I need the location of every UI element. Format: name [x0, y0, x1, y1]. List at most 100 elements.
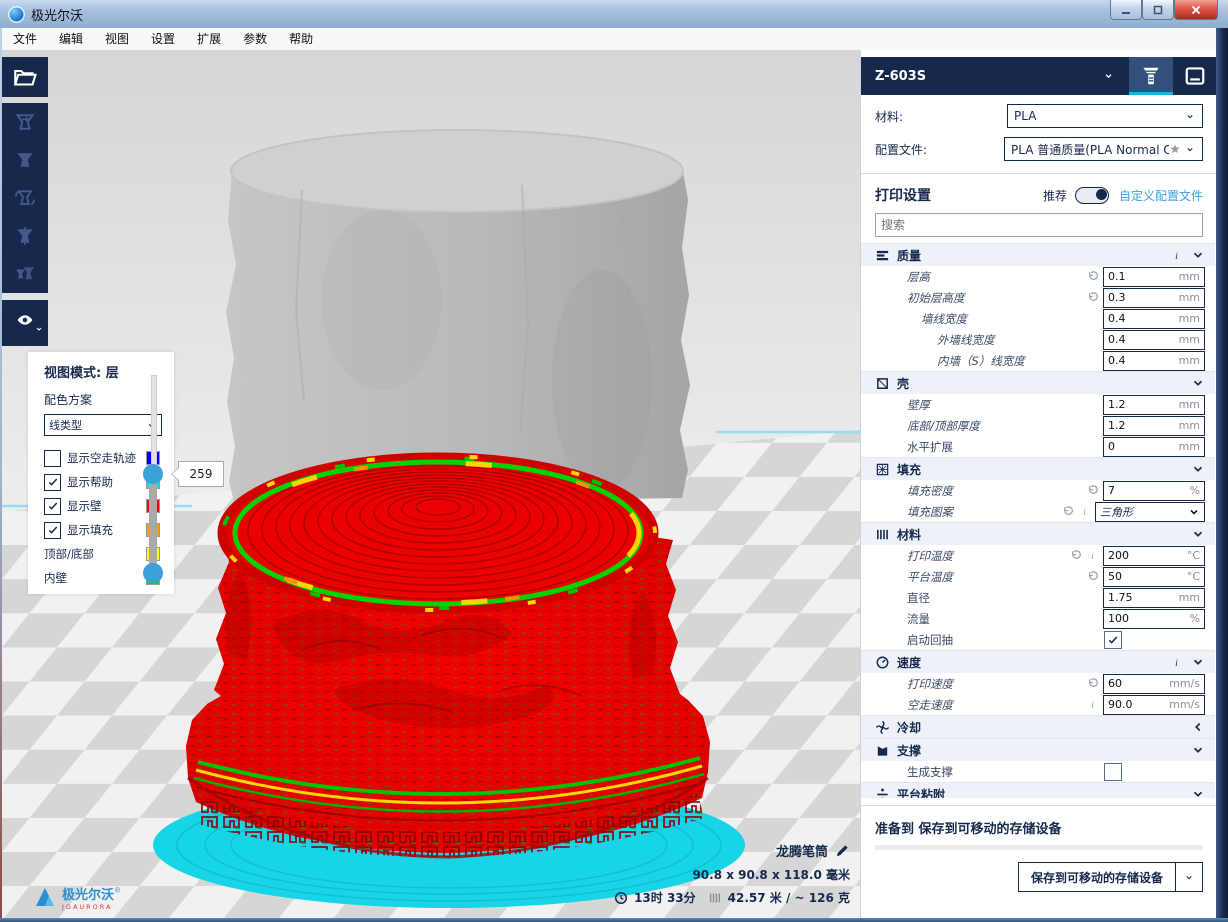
menu-item-1[interactable]: 编辑	[48, 28, 94, 50]
maximize-button[interactable]	[1142, 0, 1174, 20]
section-header[interactable]: 支撑	[861, 738, 1215, 761]
menu-item-0[interactable]: 文件	[2, 28, 48, 50]
open-file-icon	[12, 65, 38, 89]
setting-value-box[interactable]: mm	[1103, 395, 1205, 415]
setting-checkbox[interactable]	[1104, 631, 1122, 649]
minimize-button[interactable]	[1110, 0, 1142, 20]
setting-value-input[interactable]	[1104, 570, 1170, 583]
setting-value-box[interactable]: mm	[1103, 588, 1205, 608]
close-button[interactable]	[1174, 0, 1218, 20]
brand-latin-name: JGAURORA	[62, 904, 121, 911]
layer-slider-handle-top[interactable]	[143, 464, 163, 484]
view-mode-button[interactable]	[2, 300, 48, 346]
chevron-down-icon	[1102, 71, 1115, 81]
setting-value-input[interactable]	[1104, 484, 1170, 497]
open-file-button[interactable]	[2, 57, 48, 97]
reset-setting-button[interactable]	[1086, 270, 1099, 283]
section-header[interactable]: 质量i	[861, 243, 1215, 266]
layer-visibility-checkbox[interactable]	[44, 450, 61, 467]
machine-selector-bar[interactable]: Z-603S	[861, 57, 1217, 95]
setting-row: 初始层高度mm	[861, 287, 1215, 308]
current-layer-value: 259	[190, 467, 213, 481]
recommended-custom-toggle[interactable]	[1075, 187, 1109, 204]
model-info-block: 龙腾笔筒 90.8 x 90.8 x 118.0 毫米 13时 33分 42.5…	[614, 841, 850, 906]
setting-value-box[interactable]: °C	[1103, 546, 1205, 566]
ready-status-text: 准备到 保存到可移动的存储设备	[875, 818, 1203, 837]
layer-slider-track-range[interactable]	[149, 474, 157, 574]
chevron-down-icon	[1191, 248, 1205, 262]
setting-value-box[interactable]: mm	[1103, 437, 1205, 457]
reset-setting-button[interactable]	[1086, 484, 1099, 497]
layer-slider-track-upper[interactable]	[151, 375, 157, 476]
brand-logo: 极光尔沃® JGAURORA	[32, 884, 121, 910]
setting-value-box[interactable]: mm	[1103, 288, 1205, 308]
setting-value-box[interactable]: mm	[1103, 416, 1205, 436]
section-header[interactable]: 速度i	[861, 650, 1215, 673]
setting-value-box[interactable]: mm	[1103, 267, 1205, 287]
setting-value-input[interactable]	[1104, 270, 1170, 283]
setting-value-input[interactable]	[1104, 591, 1170, 604]
scale-tool-button[interactable]	[2, 141, 48, 179]
menu-item-2[interactable]: 视图	[94, 28, 140, 50]
section-header[interactable]: 材料	[861, 522, 1215, 545]
layer-visibility-checkbox[interactable]	[44, 474, 61, 491]
setting-value-input[interactable]	[1104, 312, 1170, 325]
setting-value-input[interactable]	[1104, 333, 1170, 346]
translate-tool-button[interactable]	[2, 103, 48, 141]
tab-slice-preview[interactable]	[1129, 57, 1173, 95]
settings-search-input[interactable]	[876, 214, 1202, 236]
layer-visibility-checkbox[interactable]	[44, 522, 61, 539]
layer-slider-handle-bottom[interactable]	[143, 563, 163, 583]
mirror-tool-button[interactable]	[2, 217, 48, 255]
setting-value-box[interactable]: mm/s	[1103, 695, 1205, 715]
rotate-tool-button[interactable]	[2, 179, 48, 217]
section-header[interactable]: 壳	[861, 371, 1215, 394]
setting-value-box[interactable]: °C	[1103, 567, 1205, 587]
menu-item-3[interactable]: 设置	[140, 28, 186, 50]
menu-item-6[interactable]: 帮助	[278, 28, 324, 50]
build-plate-icon	[1184, 65, 1206, 87]
section-header[interactable]: 平台粘附	[861, 782, 1215, 798]
setting-value-input[interactable]	[1104, 354, 1170, 367]
info-icon: i	[1086, 549, 1099, 562]
rename-pencil-icon[interactable]	[835, 843, 850, 858]
setting-value-input[interactable]	[1104, 549, 1170, 562]
reset-setting-button[interactable]	[1069, 549, 1082, 562]
section-header[interactable]: 冷却	[861, 715, 1215, 738]
setting-value-box[interactable]: mm	[1103, 309, 1205, 329]
material-dropdown[interactable]: PLA	[1007, 104, 1203, 128]
viewport-3d[interactable]: 视图模式: 层 配色方案 线类型 显示空走轨迹显示帮助显示壁显示填充顶部/底部内…	[2, 50, 860, 918]
setting-value-box[interactable]: mm	[1103, 351, 1205, 371]
section-header[interactable]: 填充	[861, 457, 1215, 480]
reset-setting-button[interactable]	[1086, 570, 1099, 583]
save-to-removable-button[interactable]: 保存到可移动的存储设备	[1018, 862, 1203, 892]
per-model-settings-tool-button[interactable]	[2, 255, 48, 293]
setting-value-box[interactable]: %	[1103, 481, 1205, 501]
setting-checkbox[interactable]	[1104, 763, 1122, 781]
setting-value-input[interactable]	[1104, 398, 1170, 411]
custom-profile-link[interactable]: 自定义配置文件	[1119, 187, 1203, 204]
profile-dropdown[interactable]: PLA 普通质量(PLA Normal Qua	[1004, 137, 1203, 161]
setting-value-input[interactable]	[1104, 612, 1170, 625]
setting-value-input[interactable]	[1104, 677, 1170, 690]
setting-value-box[interactable]: mm/s	[1103, 674, 1205, 694]
setting-value-box[interactable]: %	[1103, 609, 1205, 629]
layer-visibility-checkbox[interactable]	[44, 498, 61, 515]
menu-item-4[interactable]: 扩展	[186, 28, 232, 50]
reset-setting-button[interactable]	[1086, 291, 1099, 304]
menu-item-5[interactable]: 参数	[232, 28, 278, 50]
setting-dropdown[interactable]: 三角形	[1095, 502, 1205, 522]
print-settings-title: 打印设置	[875, 185, 1043, 205]
setting-value-box[interactable]: mm	[1103, 330, 1205, 350]
save-options-chevron[interactable]	[1175, 863, 1202, 891]
color-scheme-dropdown[interactable]: 线类型	[44, 414, 162, 436]
setting-value-input[interactable]	[1104, 419, 1170, 432]
reset-setting-button[interactable]	[1086, 677, 1099, 690]
tab-prepare[interactable]	[1173, 57, 1217, 95]
setting-value-input[interactable]	[1104, 291, 1170, 304]
setting-value-input[interactable]	[1104, 440, 1170, 453]
brand-name: 极光尔沃	[62, 888, 114, 903]
reset-setting-button[interactable]	[1061, 505, 1074, 518]
settings-panel: Z-603S 材料: PLA	[860, 50, 1217, 918]
setting-value-input[interactable]	[1104, 698, 1170, 711]
